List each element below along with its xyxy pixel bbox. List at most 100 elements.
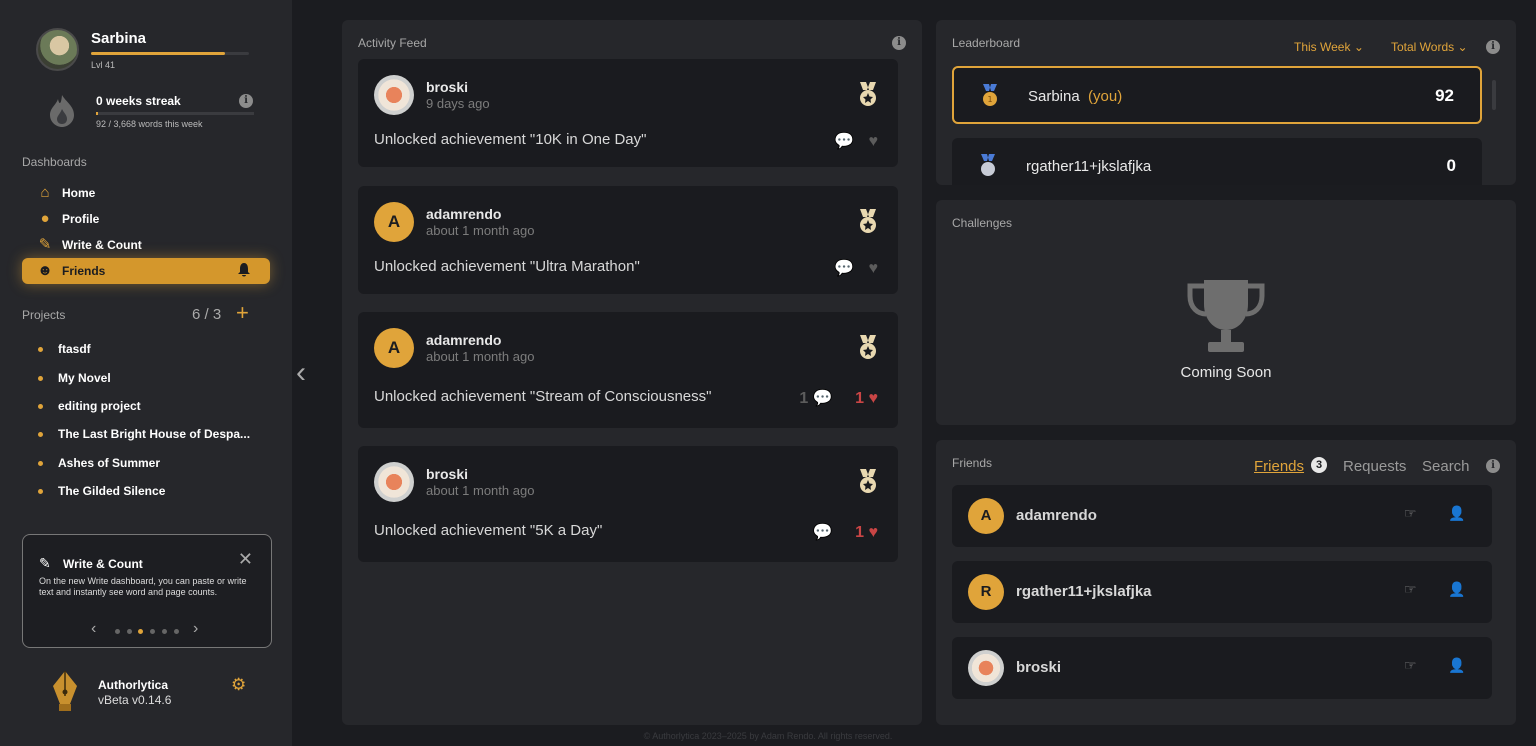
leaderboard-row[interactable]: 1 Sarbina (you) 92 — [952, 66, 1482, 124]
heart-icon[interactable]: ♥ — [869, 260, 879, 277]
leaderboard-panel: Leaderboard This Week ⌄ Total Words ⌄ i … — [936, 20, 1516, 185]
activity-time: about 1 month ago — [426, 223, 535, 238]
chevron-right-icon[interactable]: › — [193, 620, 198, 638]
tip-pagination: ‹ › — [91, 620, 211, 638]
activity-card: A adamrendo about 1 month ago Unlocked a… — [358, 312, 898, 428]
friend-row: R rgather11+jkslafjka ☞ 👤 — [952, 561, 1492, 623]
brand-name: Authorlytica — [98, 678, 169, 692]
nav-label: Write & Count — [62, 238, 142, 252]
project-item[interactable]: The Gilded Silence — [37, 484, 165, 498]
nudge-icon[interactable]: ☞ — [1404, 581, 1417, 598]
remove-friend-icon[interactable]: 👤 — [1448, 581, 1465, 598]
pagination-dot[interactable] — [115, 629, 120, 634]
chevron-down-icon: ⌄ — [1457, 40, 1468, 54]
project-item[interactable]: My Novel — [38, 371, 111, 385]
project-item[interactable]: editing project — [38, 399, 141, 413]
pagination-dot[interactable] — [174, 629, 179, 634]
medal-icon — [860, 82, 876, 106]
heart-icon[interactable]: ♥ — [869, 524, 879, 541]
add-project-button[interactable]: + — [236, 302, 249, 324]
tip-title: Write & Count — [63, 557, 143, 571]
comment-icon[interactable]: 💬 — [813, 524, 833, 541]
sidebar: Sarbina Lvl 41 0 weeks streak 92 / 3,668… — [0, 0, 292, 746]
tab-requests[interactable]: Requests — [1343, 458, 1406, 475]
remove-friend-icon[interactable]: 👤 — [1448, 505, 1465, 522]
project-item[interactable]: ftasdf — [38, 342, 91, 356]
friend-row: A adamrendo ☞ 👤 — [952, 485, 1492, 547]
nudge-icon[interactable]: ☞ — [1404, 657, 1417, 674]
pagination-dot[interactable] — [162, 629, 167, 634]
users-icon: ☻ — [37, 262, 53, 279]
challenges-status: Coming Soon — [1180, 364, 1272, 381]
activity-card: broski about 1 month ago Unlocked achiev… — [358, 446, 898, 562]
pagination-dot[interactable] — [138, 629, 143, 634]
tab-friends[interactable]: Friends — [1254, 458, 1304, 475]
tab-search[interactable]: Search — [1422, 458, 1470, 475]
nav-label: Friends — [62, 264, 106, 278]
activity-text: Unlocked achievement "10K in One Day" — [374, 131, 647, 148]
nav-write-count[interactable]: ✎ Write & Count — [22, 232, 270, 258]
avatar[interactable] — [374, 462, 414, 502]
comment-icon[interactable]: 💬 — [834, 260, 854, 277]
avatar[interactable]: A — [374, 328, 414, 368]
avatar[interactable] — [968, 650, 1004, 686]
projects-count: 6 / 3 — [192, 306, 222, 323]
user-summary[interactable]: Sarbina Lvl 41 — [36, 28, 266, 74]
avatar[interactable] — [36, 28, 79, 71]
info-icon[interactable]: i — [1486, 40, 1500, 54]
comment-icon[interactable]: 💬 — [813, 390, 833, 407]
info-icon[interactable]: i — [1486, 459, 1500, 473]
activity-user[interactable]: broski — [426, 466, 468, 482]
avatar[interactable]: R — [968, 574, 1004, 610]
close-icon[interactable]: ✕ — [238, 549, 253, 570]
silver-medal-icon — [981, 154, 995, 176]
info-icon[interactable]: i — [892, 36, 906, 50]
period-select[interactable]: This Week ⌄ — [1294, 40, 1364, 54]
flame-icon — [50, 95, 74, 127]
metric-select[interactable]: Total Words ⌄ — [1391, 40, 1468, 54]
pencil-ruler-icon: ✎ — [38, 236, 52, 253]
scrollbar[interactable] — [1492, 80, 1496, 110]
heart-icon[interactable]: ♥ — [869, 390, 879, 407]
gear-icon[interactable]: ⚙ — [231, 675, 246, 695]
footer-copyright: © Authorlytica 2023–2025 by Adam Rendo. … — [643, 731, 893, 741]
project-item[interactable]: Ashes of Summer — [37, 456, 160, 470]
like-count: 1 — [855, 524, 865, 541]
medal-icon — [860, 469, 876, 493]
user-icon: ● — [40, 210, 50, 227]
avatar[interactable]: A — [968, 498, 1004, 534]
trophy-icon — [1187, 280, 1265, 352]
leaderboard-row[interactable]: rgather11+jkslafjka 0 — [952, 138, 1482, 185]
activity-user[interactable]: broski — [426, 79, 468, 95]
heart-icon[interactable]: ♥ — [869, 133, 879, 150]
activity-user[interactable]: adamrendo — [426, 206, 501, 222]
leaderboard-score: 0 — [1446, 156, 1456, 175]
pagination-dot[interactable] — [150, 629, 155, 634]
friend-name[interactable]: broski — [1016, 659, 1061, 676]
friends-count-badge: 3 — [1311, 457, 1327, 473]
avatar[interactable]: A — [374, 202, 414, 242]
remove-friend-icon[interactable]: 👤 — [1448, 657, 1465, 674]
activity-time: about 1 month ago — [426, 349, 535, 364]
project-item[interactable]: The Last Bright House of Despa... — [37, 427, 250, 441]
comment-icon[interactable]: 💬 — [834, 133, 854, 150]
leaderboard-score: 92 — [1435, 86, 1454, 105]
nav-profile[interactable]: ● Profile — [22, 206, 270, 232]
nav-home[interactable]: ⌂ Home — [22, 180, 270, 206]
nudge-icon[interactable]: ☞ — [1404, 505, 1417, 522]
nav-friends[interactable]: ☻ Friends — [22, 258, 270, 284]
streak-words: 92 / 3,668 words this week — [96, 119, 203, 129]
activity-card: broski 9 days ago Unlocked achievement "… — [358, 59, 898, 167]
info-icon[interactable]: i — [239, 94, 253, 108]
pagination-dot[interactable] — [127, 629, 132, 634]
leaderboard-title: Leaderboard — [952, 36, 1021, 50]
activity-user[interactable]: adamrendo — [426, 332, 501, 348]
friend-name[interactable]: adamrendo — [1016, 507, 1097, 524]
friend-name[interactable]: rgather11+jkslafjka — [1016, 583, 1152, 600]
avatar[interactable] — [374, 75, 414, 115]
bell-icon[interactable] — [236, 262, 252, 278]
chevron-left-icon[interactable]: ‹ — [91, 620, 96, 638]
friends-panel: Friends Friends 3 Requests Search i A ad… — [936, 440, 1516, 725]
brand-version: vBeta v0.14.6 — [98, 693, 172, 707]
collapse-sidebar-button[interactable]: ‹ — [296, 358, 306, 388]
